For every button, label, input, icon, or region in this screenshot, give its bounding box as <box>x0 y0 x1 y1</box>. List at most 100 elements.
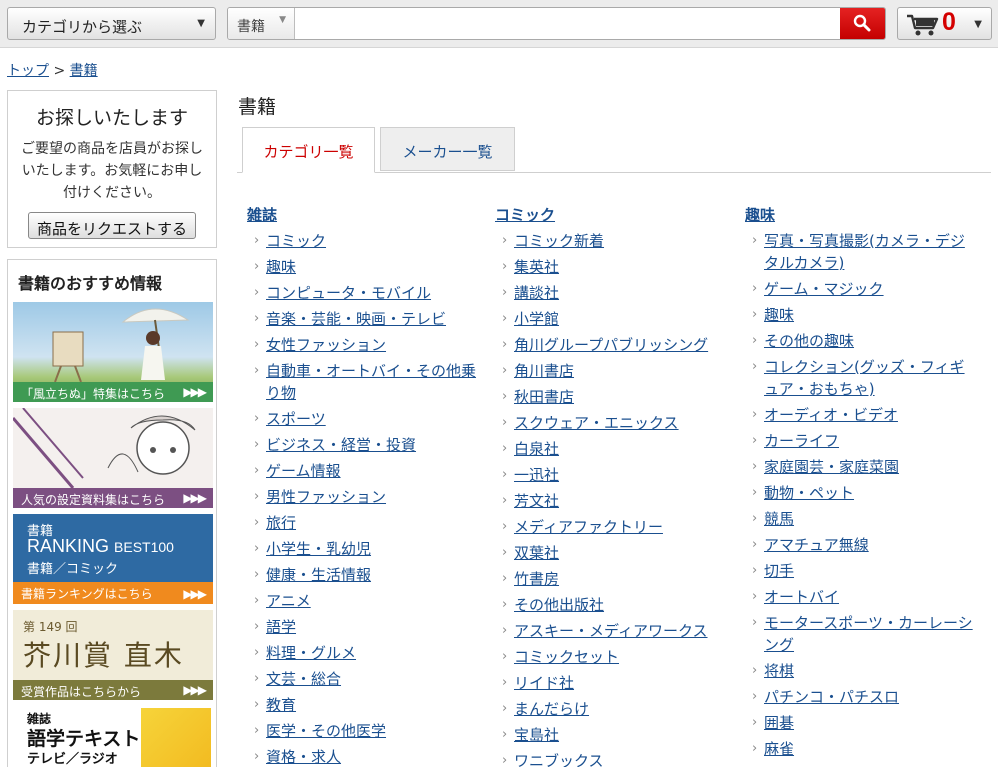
category-link[interactable]: 健康・生活情報 <box>266 566 371 584</box>
list-item: 趣味 <box>247 256 483 278</box>
category-link[interactable]: ゲーム・マジック <box>764 280 884 298</box>
list-item: リイド社 <box>495 672 731 694</box>
category-link[interactable]: カーライフ <box>764 432 839 450</box>
recommend-title: 書籍のおすすめ情報 <box>18 274 163 293</box>
banner-line2: 語学テキスト <box>27 728 141 750</box>
tab-maker-list[interactable]: メーカー一覧 <box>380 127 515 171</box>
category-link[interactable]: 医学・その他医学 <box>266 722 386 740</box>
banner-ranking[interactable]: 書籍 RANKING BEST100 書籍／コミック 書籍ランキングはこちら ▶… <box>13 514 213 604</box>
category-link[interactable]: 語学 <box>266 618 296 636</box>
category-link[interactable]: 竹書房 <box>514 570 559 588</box>
category-link[interactable]: 角川グループパブリッシング <box>514 336 708 354</box>
category-link[interactable]: オートバイ <box>764 588 839 606</box>
search-button[interactable] <box>840 8 885 39</box>
category-link[interactable]: ゲーム情報 <box>266 462 341 480</box>
category-link[interactable]: スクウェア・エニックス <box>514 414 679 432</box>
category-link[interactable]: 料理・グルメ <box>266 644 356 662</box>
category-link[interactable]: 教育 <box>266 696 296 714</box>
search-input[interactable] <box>296 8 841 39</box>
list-item: 集英社 <box>495 256 731 278</box>
category-link[interactable]: 家庭園芸・家庭菜園 <box>764 458 899 476</box>
category-link[interactable]: コミックセット <box>514 648 619 666</box>
category-link[interactable]: コンピュータ・モバイル <box>266 284 431 302</box>
category-link[interactable]: その他出版社 <box>514 596 604 614</box>
category-link[interactable]: 一迅社 <box>514 466 559 484</box>
category-heading-link[interactable]: 趣味 <box>745 206 775 224</box>
breadcrumb-current[interactable]: 書籍 <box>70 63 98 79</box>
category-link[interactable]: まんだらけ <box>514 700 589 718</box>
category-link[interactable]: 競馬 <box>764 510 794 528</box>
category-link[interactable]: リイド社 <box>514 674 574 692</box>
category-link[interactable]: 将棋 <box>764 662 794 680</box>
list-item: 資格・求人 <box>247 746 483 767</box>
category-link[interactable]: パチンコ・パチスロ <box>764 688 899 706</box>
category-link[interactable]: その他の趣味 <box>764 332 854 350</box>
tab-category-list[interactable]: カテゴリ一覧 <box>242 127 375 173</box>
category-link[interactable]: 秋田書店 <box>514 388 574 406</box>
category-link[interactable]: 角川書店 <box>514 362 574 380</box>
category-link[interactable]: 芳文社 <box>514 492 559 510</box>
list-item: 竹書房 <box>495 568 731 590</box>
category-link[interactable]: 白泉社 <box>514 440 559 458</box>
list-item: オーディオ・ビデオ <box>745 404 975 426</box>
category-link[interactable]: 旅行 <box>266 514 296 532</box>
category-link[interactable]: アニメ <box>266 592 311 610</box>
category-link[interactable]: オーディオ・ビデオ <box>764 406 898 424</box>
category-link[interactable]: コレクション(グッズ・フィギュア・おもちゃ) <box>764 358 965 398</box>
category-link[interactable]: モータースポーツ・カーレーシング <box>764 614 973 654</box>
list-item: ゲーム情報 <box>247 460 483 482</box>
category-link[interactable]: コミック <box>266 232 326 250</box>
category-link[interactable]: 集英社 <box>514 258 559 276</box>
list-item: カーライフ <box>745 430 975 452</box>
category-link[interactable]: 麻雀 <box>764 740 794 758</box>
banner-kazetachinu[interactable]: 「風立ちぬ」特集はこちら ▶▶▶ <box>13 302 213 402</box>
category-link[interactable]: 文芸・総合 <box>266 670 341 688</box>
category-link[interactable]: 資格・求人 <box>266 748 341 766</box>
category-link[interactable]: コミック新着 <box>514 232 604 250</box>
list-item: オートバイ <box>745 586 975 608</box>
category-select[interactable]: カテゴリから選ぶ ▼ <box>7 7 216 40</box>
category-link[interactable]: 小学館 <box>514 310 559 328</box>
category-link[interactable]: 双葉社 <box>514 544 559 562</box>
category-link[interactable]: ビジネス・経営・投資 <box>266 436 416 454</box>
category-link[interactable]: 宝島社 <box>514 726 559 744</box>
category-heading-link[interactable]: コミック <box>495 206 555 224</box>
cart-button[interactable]: 0 ▼ <box>897 7 992 40</box>
category-link[interactable]: アスキー・メディアワークス <box>514 622 708 640</box>
category-link[interactable]: 切手 <box>764 562 794 580</box>
breadcrumb: トップ > 書籍 <box>7 60 98 80</box>
list-item: アスキー・メディアワークス <box>495 620 731 642</box>
category-link[interactable]: ワニブックス <box>514 752 604 767</box>
banner-setting-materials[interactable]: 人気の設定資料集はこちら ▶▶▶ <box>13 408 213 508</box>
category-link[interactable]: アマチュア無線 <box>764 536 869 554</box>
category-link[interactable]: 写真・写真撮影(カメラ・デジタルカメラ) <box>764 232 965 272</box>
category-link[interactable]: 囲碁 <box>764 714 794 732</box>
list-item: メディアファクトリー <box>495 516 731 538</box>
category-link[interactable]: スポーツ <box>266 410 326 428</box>
category-heading: 雑誌 <box>247 204 483 225</box>
category-link[interactable]: 趣味 <box>764 306 794 324</box>
search-scope-select[interactable]: 書籍 ▼ <box>228 8 295 39</box>
category-column-hobby: 趣味 写真・写真撮影(カメラ・デジタルカメラ)ゲーム・マジック趣味その他の趣味コ… <box>745 204 975 764</box>
banner-language-text[interactable]: 雑誌 語学テキスト テレビ／ラジオ <box>13 706 213 767</box>
category-link[interactable]: 音楽・芸能・映画・テレビ <box>266 310 446 328</box>
category-heading-link[interactable]: 雑誌 <box>247 206 277 224</box>
search-scope-label: 書籍 <box>237 19 265 35</box>
category-link[interactable]: 小学生・乳幼児 <box>266 540 371 558</box>
list-item: 囲碁 <box>745 712 975 734</box>
list-item: 角川書店 <box>495 360 731 382</box>
more-arrows-icon: ▶▶▶ <box>183 587 207 601</box>
category-link[interactable]: 趣味 <box>266 258 296 276</box>
request-button[interactable]: 商品をリクエストする <box>28 212 196 239</box>
banner-akutagawa-naoki[interactable]: 第 149 回 芥川賞 直木賞 受賞作品はこちらから ▶▶▶ <box>13 610 213 700</box>
category-link[interactable]: 講談社 <box>514 284 559 302</box>
category-link[interactable]: メディアファクトリー <box>514 518 663 536</box>
category-link[interactable]: 自動車・オートバイ・その他乗り物 <box>266 362 476 402</box>
illustration-image <box>13 408 196 488</box>
category-link[interactable]: 女性ファッション <box>266 336 386 354</box>
breadcrumb-home[interactable]: トップ <box>7 63 49 79</box>
list-item: 料理・グルメ <box>247 642 483 664</box>
category-link[interactable]: 男性ファッション <box>266 488 386 506</box>
category-link[interactable]: 動物・ペット <box>764 484 854 502</box>
list-item: 語学 <box>247 616 483 638</box>
